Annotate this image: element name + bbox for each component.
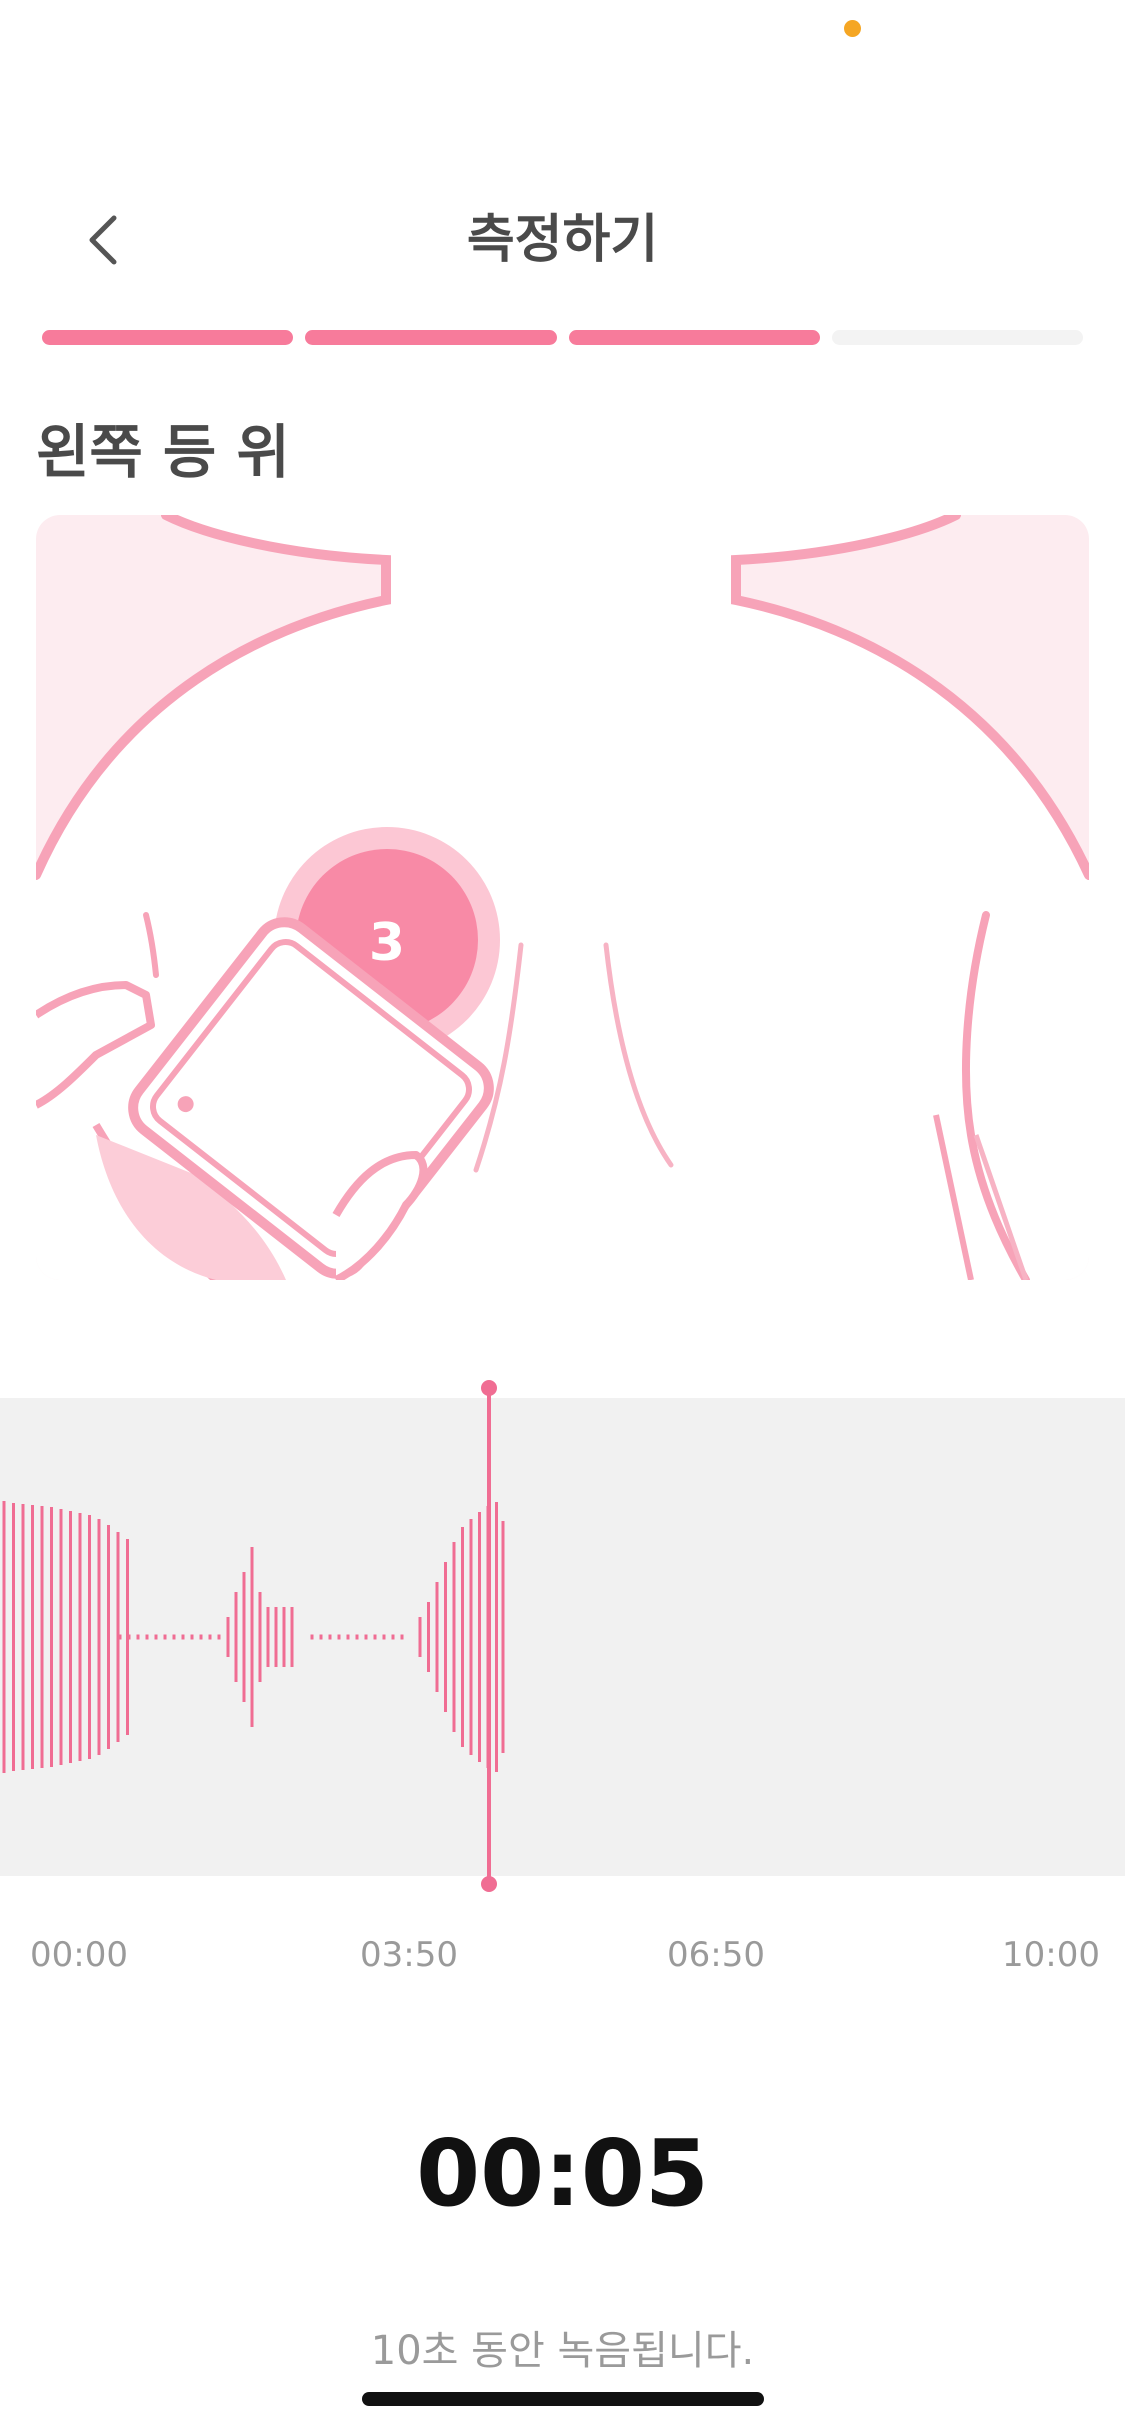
playhead-handle-bottom[interactable] bbox=[481, 1876, 497, 1892]
back-button[interactable] bbox=[70, 200, 140, 280]
playhead[interactable] bbox=[481, 1380, 497, 1892]
step-progress-bar bbox=[42, 330, 1083, 345]
progress-step-1 bbox=[42, 330, 294, 345]
status-indicator-dot bbox=[844, 20, 861, 37]
page-title: 측정하기 bbox=[466, 210, 659, 270]
progress-step-2 bbox=[305, 330, 557, 345]
audio-waveform bbox=[2, 1501, 505, 1773]
playhead-handle-top[interactable] bbox=[481, 1380, 497, 1396]
time-label-3: 06:50 bbox=[667, 1935, 765, 1975]
recording-hint: 10초 동안 녹음됩니다. bbox=[370, 2328, 755, 2374]
back-body-illustration: 3 bbox=[36, 515, 1089, 1280]
time-label-start: 00:00 bbox=[30, 1935, 128, 1975]
timeline-labels: 00:00 03:50 06:50 10:00 bbox=[0, 1935, 1125, 1985]
playhead-line bbox=[487, 1388, 491, 1884]
elapsed-timer: 00:05 bbox=[416, 2120, 709, 2227]
chevron-left-icon bbox=[89, 215, 117, 265]
measurement-position-illustration: 3 bbox=[36, 515, 1089, 1280]
home-indicator bbox=[362, 2392, 764, 2406]
progress-step-3 bbox=[568, 330, 820, 345]
section-title: 왼쪽 등 위 bbox=[36, 418, 290, 486]
header: 측정하기 bbox=[0, 180, 1125, 300]
waveform-panel[interactable] bbox=[0, 1398, 1125, 1876]
time-label-2: 03:50 bbox=[360, 1935, 458, 1975]
progress-step-4 bbox=[831, 330, 1083, 345]
time-label-end: 10:00 bbox=[1002, 1935, 1100, 1975]
step-badge: 3 bbox=[369, 913, 405, 973]
